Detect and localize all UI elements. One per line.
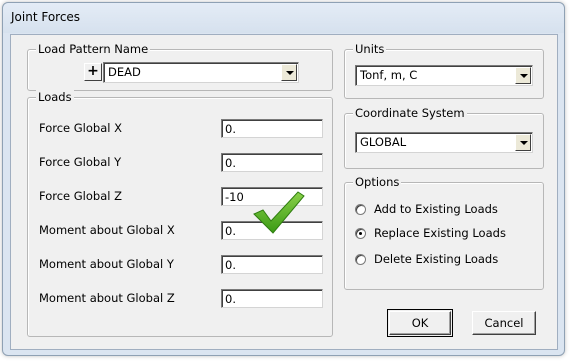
add-to-existing-label[interactable]: Add to Existing Loads xyxy=(374,202,498,216)
add-load-pattern-button[interactable]: + xyxy=(84,63,102,81)
window-title: Joint Forces xyxy=(11,10,81,24)
units-value: Tonf, m, C xyxy=(360,68,418,82)
force-global-x-label: Force Global X xyxy=(39,121,122,135)
chevron-down-icon[interactable] xyxy=(515,67,531,84)
force-global-y-input[interactable]: 0. xyxy=(221,153,323,172)
replace-existing-label[interactable]: Replace Existing Loads xyxy=(374,226,506,240)
delete-existing-radio[interactable] xyxy=(355,254,366,265)
coordinate-system-legend: Coordinate System xyxy=(353,106,467,120)
delete-existing-label[interactable]: Delete Existing Loads xyxy=(374,252,498,266)
coordinate-system-select[interactable]: GLOBAL xyxy=(355,132,533,153)
moment-global-z-label: Moment about Global Z xyxy=(39,291,175,305)
load-pattern-value: DEAD xyxy=(108,65,141,79)
loads-legend: Loads xyxy=(36,90,74,104)
force-global-z-label: Force Global Z xyxy=(39,189,122,203)
load-pattern-group: Load Pattern Name + DEAD xyxy=(27,42,333,91)
ok-button[interactable]: OK xyxy=(389,311,451,335)
joint-forces-dialog: Joint Forces Load Pattern Name + DEAD Lo… xyxy=(2,2,565,356)
chevron-down-icon[interactable] xyxy=(515,134,531,151)
load-pattern-select[interactable]: DEAD xyxy=(103,62,299,83)
coordinate-system-value: GLOBAL xyxy=(360,135,407,149)
moment-global-z-input[interactable]: 0. xyxy=(221,289,323,308)
units-group: Units Tonf, m, C xyxy=(344,42,544,99)
replace-existing-radio[interactable] xyxy=(355,228,366,239)
coordinate-system-group: Coordinate System GLOBAL xyxy=(344,106,544,169)
load-pattern-legend: Load Pattern Name xyxy=(36,42,151,56)
force-global-y-label: Force Global Y xyxy=(39,155,122,169)
force-global-x-input[interactable]: 0. xyxy=(221,119,323,138)
title-bar[interactable]: Joint Forces xyxy=(3,3,564,33)
dialog-body: Load Pattern Name + DEAD Loads Force Glo… xyxy=(10,34,558,350)
options-group: Options Add to Existing Loads Replace Ex… xyxy=(344,175,544,290)
checkmark-icon xyxy=(253,191,305,234)
units-select[interactable]: Tonf, m, C xyxy=(355,65,533,86)
cancel-button[interactable]: Cancel xyxy=(472,311,536,335)
add-to-existing-radio[interactable] xyxy=(355,204,366,215)
moment-global-x-label: Moment about Global X xyxy=(39,223,175,237)
units-legend: Units xyxy=(353,42,387,56)
moment-global-y-label: Moment about Global Y xyxy=(39,257,174,271)
moment-global-y-input[interactable]: 0. xyxy=(221,255,323,274)
loads-group: Loads Force Global X 0. Force Global Y 0… xyxy=(27,90,333,337)
options-legend: Options xyxy=(353,175,402,189)
chevron-down-icon[interactable] xyxy=(281,64,297,81)
